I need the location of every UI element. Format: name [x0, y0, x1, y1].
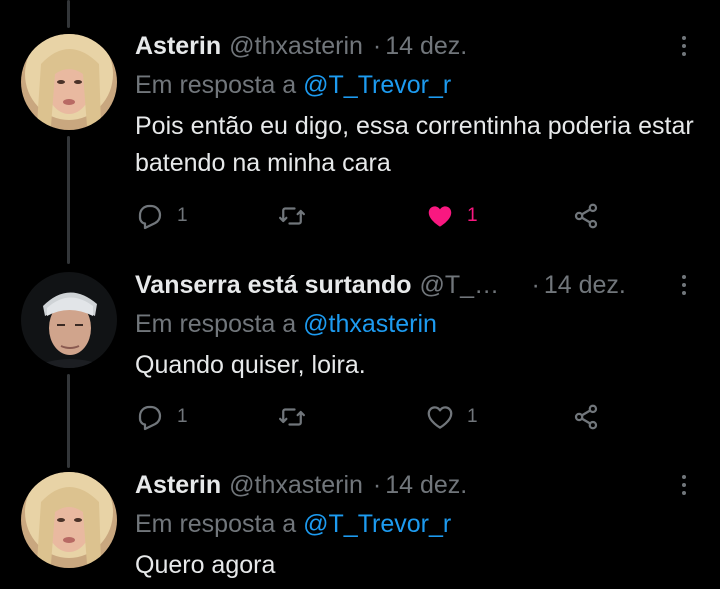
reply-count: 1: [177, 205, 188, 226]
avatar[interactable]: [21, 472, 117, 568]
reply-prefix: Em resposta a: [135, 71, 297, 99]
more-icon[interactable]: [672, 31, 696, 61]
user-handle[interactable]: @thxasterin: [229, 31, 363, 61]
retweet-icon: [277, 402, 307, 432]
tweet-text: Quando quiser, loira.: [135, 351, 366, 379]
avatar[interactable]: [21, 34, 117, 130]
tweet[interactable]: Vanserra está surtando @T_Trevor_r · 14 …: [0, 240, 720, 472]
tweet-header: Asterin @thxasterin · 14 dez.: [135, 470, 696, 500]
reply-count: 1: [177, 406, 188, 427]
action-bar: 1 1: [135, 402, 605, 432]
like-button[interactable]: 1: [425, 201, 478, 231]
reply-prefix: Em resposta a: [135, 510, 297, 538]
reply-context: Em resposta a @T_Trevor_r: [135, 509, 696, 539]
more-icon[interactable]: [672, 470, 696, 500]
retweet-icon: [277, 201, 307, 231]
timestamp[interactable]: 14 dez.: [544, 270, 626, 300]
tweet-header: Asterin @thxasterin · 14 dez.: [135, 31, 696, 61]
user-handle[interactable]: @thxasterin: [229, 470, 363, 500]
reply-mention-link[interactable]: @T_Trevor_r: [303, 71, 451, 99]
tweet[interactable]: Asterin @thxasterin · 14 dez. Em respost…: [0, 470, 720, 589]
tweet-header: Vanserra está surtando @T_Trevor_r · 14 …: [135, 270, 696, 300]
reply-context: Em resposta a @T_Trevor_r: [135, 70, 696, 100]
retweet-button[interactable]: [277, 201, 307, 231]
display-name[interactable]: Vanserra está surtando: [135, 270, 412, 300]
reply-mention-link[interactable]: @T_Trevor_r: [303, 510, 451, 538]
share-icon: [571, 201, 601, 231]
reply-context: Em resposta a @thxasterin: [135, 309, 696, 339]
reply-icon: [135, 201, 165, 231]
more-icon[interactable]: [672, 270, 696, 300]
like-count: 1: [467, 205, 478, 226]
like-count: 1: [467, 406, 478, 427]
tweet[interactable]: Asterin @thxasterin · 14 dez. Em respost…: [0, 0, 720, 240]
separator: ·: [372, 471, 382, 499]
share-button[interactable]: [571, 201, 601, 231]
display-name[interactable]: Asterin: [135, 31, 221, 61]
tweet-text: Pois então eu digo, essa correntinha pod…: [135, 112, 694, 177]
timestamp[interactable]: 14 dez.: [385, 31, 467, 61]
avatar[interactable]: [21, 272, 117, 368]
share-button[interactable]: [571, 402, 601, 432]
reply-icon: [135, 402, 165, 432]
reply-prefix: Em resposta a: [135, 310, 297, 338]
separator: ·: [372, 32, 382, 60]
share-icon: [571, 402, 601, 432]
user-handle[interactable]: @T_Trevor_r: [420, 270, 512, 300]
like-icon: [425, 402, 455, 432]
timestamp[interactable]: 14 dez.: [385, 470, 467, 500]
separator: ·: [531, 271, 540, 299]
tweet-text: Quero agora: [135, 551, 276, 579]
like-button[interactable]: 1: [425, 402, 478, 432]
retweet-button[interactable]: [277, 402, 307, 432]
reply-button[interactable]: 1: [135, 201, 188, 231]
like-icon: [425, 201, 455, 231]
reply-mention-link[interactable]: @thxasterin: [303, 310, 437, 338]
display-name[interactable]: Asterin: [135, 470, 221, 500]
reply-button[interactable]: 1: [135, 402, 188, 432]
action-bar: 1 1: [135, 201, 605, 231]
